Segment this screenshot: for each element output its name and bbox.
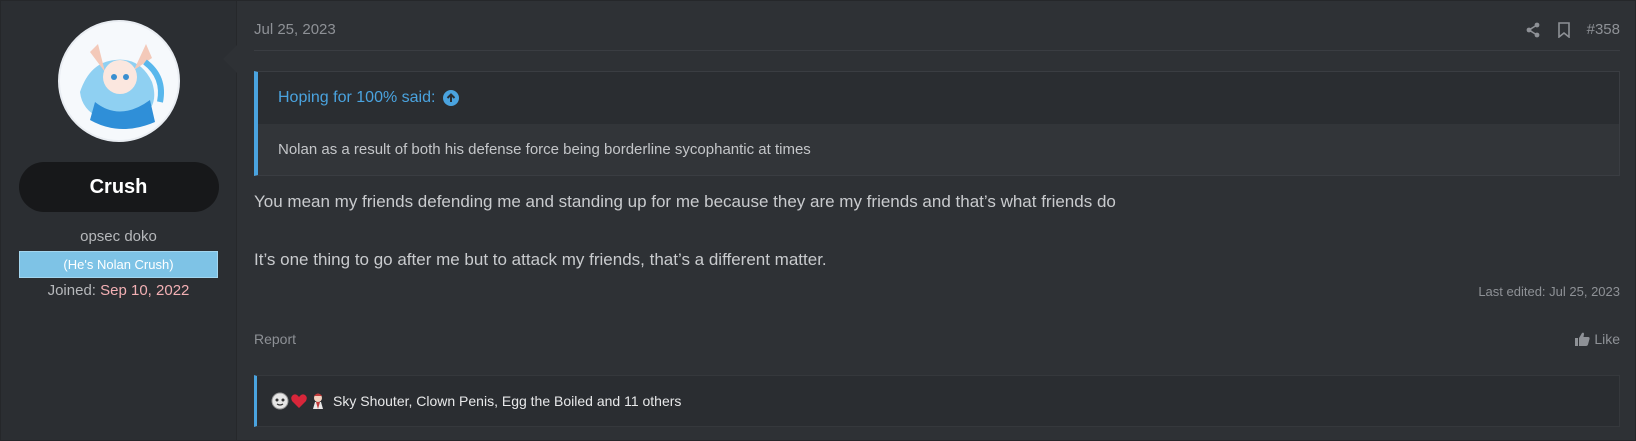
report-link[interactable]: Report bbox=[254, 331, 296, 347]
post-actions: Report Like bbox=[254, 331, 1620, 347]
avatar[interactable] bbox=[57, 20, 180, 142]
reaction-users[interactable]: Sky Shouter, Clown Penis, Egg the Boiled… bbox=[333, 393, 681, 409]
user-cell: Crush opsec doko (He's Nolan Crush) Join… bbox=[1, 1, 237, 440]
bookmark-icon[interactable] bbox=[1557, 21, 1571, 38]
post-date[interactable]: Jul 25, 2023 bbox=[254, 21, 336, 38]
thumbs-up-icon bbox=[1575, 332, 1590, 346]
like-button[interactable]: Like bbox=[1575, 331, 1620, 347]
joined-date: Sep 10, 2022 bbox=[100, 282, 190, 299]
post: Crush opsec doko (He's Nolan Crush) Join… bbox=[0, 0, 1636, 441]
user-title: opsec doko bbox=[80, 228, 157, 245]
character-reaction-icon[interactable] bbox=[309, 392, 327, 410]
user-banner: (He's Nolan Crush) bbox=[19, 251, 218, 278]
share-icon[interactable] bbox=[1525, 22, 1541, 38]
post-main: Jul 25, 2023 #358 Hoping for 100% said: … bbox=[237, 1, 1635, 440]
joined-info: Joined: Sep 10, 2022 bbox=[48, 282, 190, 299]
arrow-up-circle-icon[interactable] bbox=[443, 90, 460, 106]
reaction-icons bbox=[271, 392, 327, 410]
quote-title[interactable]: Hoping for 100% said: bbox=[258, 72, 1619, 124]
like-label: Like bbox=[1594, 331, 1620, 347]
reactions-bar: Sky Shouter, Clown Penis, Egg the Boiled… bbox=[254, 375, 1620, 427]
joined-label: Joined: bbox=[47, 282, 96, 299]
post-number[interactable]: #358 bbox=[1587, 21, 1620, 38]
reaction-face-icon[interactable] bbox=[271, 392, 289, 410]
username[interactable]: Crush bbox=[18, 162, 219, 212]
message-paragraph: You mean my friends defending me and sta… bbox=[254, 192, 1116, 211]
post-header-actions: #358 bbox=[1525, 21, 1620, 38]
message-paragraph: It’s one thing to go after me but to att… bbox=[254, 250, 827, 269]
last-edited: Last edited: Jul 25, 2023 bbox=[1478, 284, 1620, 299]
quote-block: Hoping for 100% said: Nolan as a result … bbox=[254, 71, 1620, 176]
quote-body: Nolan as a result of both his defense fo… bbox=[258, 124, 1619, 175]
post-header: Jul 25, 2023 #358 bbox=[254, 21, 1620, 51]
heart-icon[interactable] bbox=[290, 392, 308, 410]
avatar-image bbox=[59, 22, 178, 140]
quote-title-text: Hoping for 100% said: bbox=[278, 89, 436, 106]
user-cell-arrow bbox=[223, 45, 237, 73]
message-body: You mean my friends defending me and sta… bbox=[254, 189, 1620, 305]
